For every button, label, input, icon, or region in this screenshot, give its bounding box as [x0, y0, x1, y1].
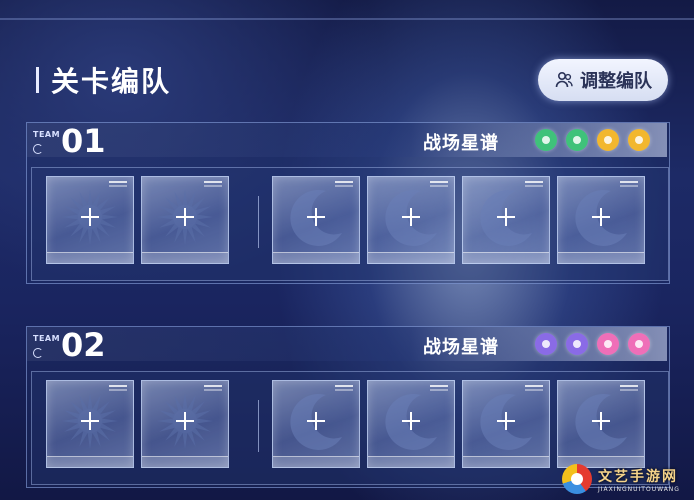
member-slot-card[interactable]: [367, 380, 455, 468]
element-dot-icon: [535, 333, 557, 355]
member-slot-card[interactable]: [462, 380, 550, 468]
element-dot-icon: [535, 129, 557, 151]
team-tag-label: TEAM: [33, 334, 61, 343]
element-dot-icon: [597, 333, 619, 355]
slot-footer-bar: [368, 456, 454, 467]
slot-label-lines: [109, 181, 127, 183]
element-dot-icon: [566, 129, 588, 151]
slot-footer-bar: [142, 252, 228, 263]
stage-name: 战场星谱: [423, 133, 499, 154]
slot-label-lines: [430, 385, 448, 387]
slot-label-lines: [620, 385, 638, 387]
add-member-icon: [81, 412, 99, 430]
add-member-icon: [402, 208, 420, 226]
team-number: 02: [61, 326, 106, 364]
slot-label-lines: [204, 385, 222, 387]
slot-label-lines: [335, 385, 353, 387]
team-panel: TEAM 01 战场星谱: [26, 122, 670, 284]
element-dot-icon: [628, 333, 650, 355]
adjust-formation-button[interactable]: 调整编队: [538, 59, 668, 101]
support-slot-card[interactable]: [46, 380, 134, 468]
slot-group-divider: [258, 196, 259, 248]
top-divider: [0, 18, 694, 20]
add-member-icon: [497, 208, 515, 226]
team-ring-icon: [33, 144, 43, 154]
element-dots: [535, 333, 650, 355]
slot-footer-bar: [463, 252, 549, 263]
stage-name: 战场星谱: [423, 337, 499, 358]
watermark-subtext: JIAXINGNUITOUWANG: [598, 486, 680, 493]
add-member-icon: [592, 412, 610, 430]
page-title-group: 关卡编队: [36, 60, 171, 100]
element-dot-icon: [597, 129, 619, 151]
watermark-text: 文艺手游网: [598, 469, 678, 485]
slot-label-lines: [525, 385, 543, 387]
slot-label-lines: [430, 181, 448, 183]
add-member-icon: [402, 412, 420, 430]
slot-footer-bar: [47, 252, 133, 263]
slot-footer-bar: [558, 252, 644, 263]
support-slot-card[interactable]: [46, 176, 134, 264]
slot-footer-bar: [273, 252, 359, 263]
support-slot-card[interactable]: [141, 380, 229, 468]
team-number: 01: [61, 122, 106, 160]
team-header: TEAM 01 战场星谱: [27, 122, 667, 160]
slot-footer-bar: [273, 456, 359, 467]
add-member-icon: [307, 208, 325, 226]
slot-footer-bar: [47, 456, 133, 467]
support-slot-card[interactable]: [141, 176, 229, 264]
member-slot-card[interactable]: [272, 380, 360, 468]
site-watermark: 文艺手游网 JIAXINGNUITOUWANG: [558, 462, 694, 500]
slot-group-divider: [258, 400, 259, 452]
element-dots: [535, 129, 650, 151]
member-slot-card[interactable]: [367, 176, 455, 264]
slot-label-lines: [204, 181, 222, 183]
element-dot-icon: [628, 129, 650, 151]
add-member-icon: [497, 412, 515, 430]
slot-label-lines: [620, 181, 638, 183]
add-member-icon: [81, 208, 99, 226]
slot-footer-bar: [368, 252, 454, 263]
member-slot-card[interactable]: [557, 380, 645, 468]
slot-label-lines: [525, 181, 543, 183]
member-slot-card[interactable]: [272, 176, 360, 264]
slot-footer-bar: [463, 456, 549, 467]
page-title: 关卡编队: [51, 65, 172, 98]
add-member-icon: [307, 412, 325, 430]
watermark-logo-icon: [562, 464, 592, 494]
add-member-icon: [176, 208, 194, 226]
add-member-icon: [176, 412, 194, 430]
team-members-icon: [555, 71, 573, 88]
element-dot-icon: [566, 333, 588, 355]
team-tag-label: TEAM: [33, 130, 61, 139]
slot-footer-bar: [142, 456, 228, 467]
team-header: TEAM 02 战场星谱: [27, 326, 667, 364]
adjust-formation-label: 调整编队: [580, 71, 652, 92]
slot-label-lines: [109, 385, 127, 387]
member-slot-card[interactable]: [462, 176, 550, 264]
member-slot-card[interactable]: [557, 176, 645, 264]
team-slots-area: [31, 167, 669, 281]
team-ring-icon: [33, 348, 43, 358]
add-member-icon: [592, 208, 610, 226]
slot-label-lines: [335, 181, 353, 183]
title-accent-bar: [36, 67, 39, 93]
